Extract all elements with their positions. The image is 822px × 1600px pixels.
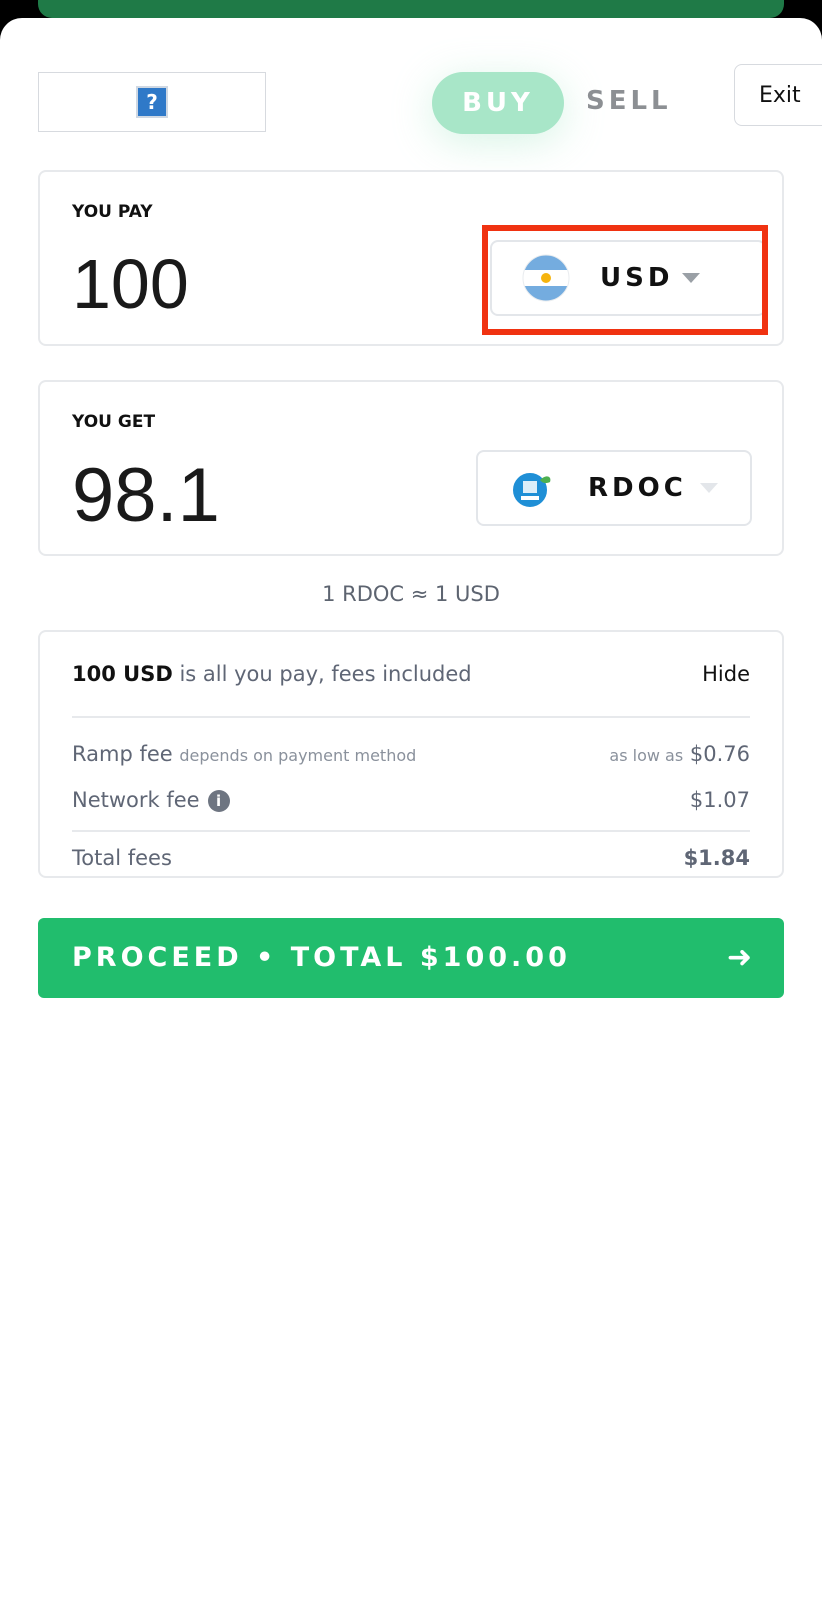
- pay-currency-code: USD: [600, 263, 674, 293]
- you-pay-label: YOU PAY: [72, 202, 153, 222]
- exchange-rate: 1 RDOC ≈ 1 USD: [322, 582, 500, 606]
- proceed-button-label: PROCEED • TOTAL $100.00: [72, 942, 571, 973]
- get-currency-select[interactable]: RDOC: [476, 450, 752, 526]
- ramp-fee-prefix: as low as: [609, 746, 684, 765]
- pay-amount-input[interactable]: 100: [72, 244, 189, 324]
- rdoc-dollar-token-icon: [510, 468, 554, 512]
- arrow-right-icon: ➜: [726, 940, 752, 975]
- get-currency-code: RDOC: [588, 473, 687, 503]
- divider: [72, 830, 750, 832]
- broken-image-icon: ?: [136, 86, 168, 118]
- you-pay-panel: YOU PAY 100 USD: [38, 170, 784, 346]
- fees-panel: 100 USD is all you pay, fees included Hi…: [38, 630, 784, 878]
- fees-summary-text: is all you pay, fees included: [172, 662, 472, 686]
- background-sheet: [38, 0, 784, 18]
- fees-summary-amount: 100 USD: [72, 662, 173, 686]
- proceed-button[interactable]: PROCEED • TOTAL $100.00 ➜: [38, 918, 784, 998]
- tab-buy[interactable]: BUY: [432, 72, 564, 134]
- ramp-fee-row: Ramp fee depends on payment method as lo…: [72, 742, 750, 766]
- ramp-fee-note: depends on payment method: [179, 746, 417, 765]
- argentina-flag-icon: [522, 254, 570, 302]
- network-fee-row: Network fee i $1.07: [72, 788, 750, 812]
- partner-logo: ?: [38, 72, 266, 132]
- you-get-label: YOU GET: [72, 412, 156, 432]
- total-fees-row: Total fees $1.84: [72, 846, 750, 870]
- info-icon[interactable]: i: [207, 790, 230, 812]
- exit-button[interactable]: Exit: [734, 64, 822, 126]
- tab-sell[interactable]: SELL: [586, 86, 672, 122]
- hide-fees-link[interactable]: Hide: [702, 662, 750, 686]
- total-fees-value: $1.84: [683, 846, 750, 870]
- fees-summary-row: 100 USD is all you pay, fees included Hi…: [72, 662, 750, 686]
- chevron-down-icon: [700, 483, 718, 493]
- pay-currency-select[interactable]: USD: [490, 240, 766, 316]
- ramp-fee-label: Ramp fee: [72, 742, 173, 766]
- you-get-panel: YOU GET 98.1 RDOC: [38, 380, 784, 556]
- total-fees-label: Total fees: [72, 846, 172, 870]
- network-fee-value: $1.07: [689, 788, 750, 812]
- divider: [72, 716, 750, 718]
- get-amount: 98.1: [72, 453, 220, 538]
- ramp-fee-value: $0.76: [689, 742, 750, 766]
- network-fee-label: Network fee: [72, 788, 200, 812]
- chevron-down-icon: [682, 273, 700, 283]
